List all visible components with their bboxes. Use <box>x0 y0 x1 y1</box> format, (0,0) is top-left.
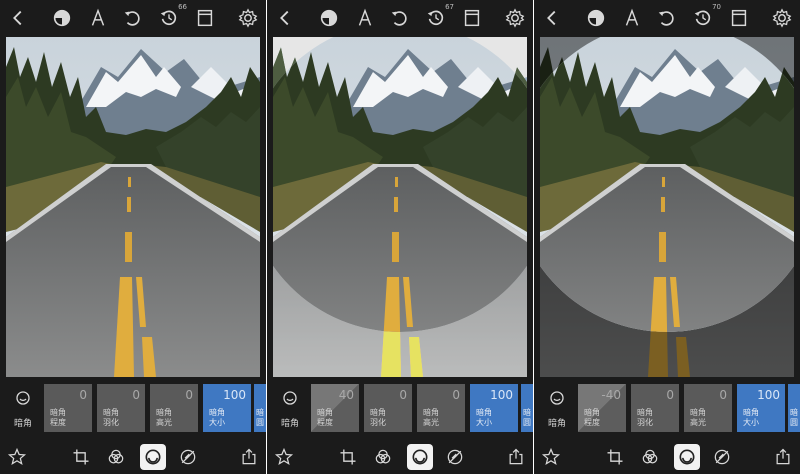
share-icon[interactable] <box>238 446 260 468</box>
vignette-controls: 暗角 40 暗角 程度 0 暗角 羽化 0 暗角 高光 100 暗角 大小 暗 圆 <box>267 382 533 434</box>
vignette-controls: 暗角 -40 暗角 程度 0 暗角 羽化 0 暗角 高光 100 暗角 大小 暗 圆 <box>534 382 800 434</box>
vignette-icon <box>16 391 30 405</box>
history-count: 70 <box>712 3 721 11</box>
tool-label: 暗角 <box>280 419 299 429</box>
tool-label: 暗角 <box>547 419 566 429</box>
undo-icon[interactable] <box>655 6 679 30</box>
undo-icon[interactable] <box>121 6 145 30</box>
settings-icon[interactable] <box>770 6 794 30</box>
back-icon[interactable] <box>6 6 30 30</box>
photo-canvas[interactable] <box>540 37 794 377</box>
mask-icon[interactable] <box>584 6 608 30</box>
crop-icon[interactable] <box>337 446 359 468</box>
text-icon[interactable] <box>620 6 644 30</box>
top-toolbar: 67 <box>267 0 533 36</box>
vignette-controls: 暗角 0 暗角 程度 0 暗角 羽化 0 暗角 高光 100 暗角 大小 暗 圆 <box>0 382 266 434</box>
split-view-icon[interactable] <box>460 6 484 30</box>
vignette-highlight-tile[interactable]: 0 暗角 高光 <box>150 384 198 432</box>
bottom-toolbar <box>0 440 266 474</box>
top-toolbar: 70 <box>534 0 800 36</box>
editor-panel: 66 暗角 0 暗角 程度 0 暗角 羽化 0 暗角 高光 100 暗角 大小 暗 圆 <box>0 0 266 474</box>
undo-icon[interactable] <box>388 6 412 30</box>
history-icon[interactable]: 67 <box>424 3 454 30</box>
vignette-roundness-tile[interactable]: 暗 圆 <box>521 384 533 432</box>
vignette-roundness-tile[interactable]: 暗 圆 <box>254 384 266 432</box>
vignette-amount-tile[interactable]: 0 暗角 程度 <box>44 384 92 432</box>
heal-icon[interactable] <box>711 446 733 468</box>
crop-icon[interactable] <box>70 446 92 468</box>
settings-icon[interactable] <box>236 6 260 30</box>
photo-canvas[interactable] <box>6 37 260 377</box>
history-icon[interactable]: 70 <box>691 3 721 30</box>
tool-label: 暗角 <box>13 419 32 429</box>
vignette-tool-icon[interactable] <box>674 444 700 470</box>
crop-icon[interactable] <box>604 446 626 468</box>
vignette-size-tile[interactable]: 100 暗角 大小 <box>470 384 518 432</box>
text-icon[interactable] <box>353 6 377 30</box>
settings-icon[interactable] <box>503 6 527 30</box>
mask-icon[interactable] <box>317 6 341 30</box>
history-count: 66 <box>178 3 187 11</box>
photo-canvas[interactable] <box>273 37 527 377</box>
bottom-toolbar <box>534 440 800 474</box>
vignette-feather-tile[interactable]: 0 暗角 羽化 <box>364 384 412 432</box>
share-icon[interactable] <box>772 446 794 468</box>
split-view-icon[interactable] <box>727 6 751 30</box>
tool-indicator: 暗角 <box>8 390 38 429</box>
split-view-icon[interactable] <box>193 6 217 30</box>
top-toolbar: 66 <box>0 0 266 36</box>
blend-icon[interactable] <box>372 446 394 468</box>
editor-panel: 67 暗角 40 暗角 程度 0 暗角 羽化 0 暗角 高光 100 暗角 大小 暗 圆 <box>267 0 533 474</box>
vignette-icon <box>283 391 297 405</box>
vignette-feather-tile[interactable]: 0 暗角 羽化 <box>97 384 145 432</box>
vignette-highlight-tile[interactable]: 0 暗角 高光 <box>417 384 465 432</box>
vignette-roundness-tile[interactable]: 暗 圆 <box>788 384 800 432</box>
text-icon[interactable] <box>86 6 110 30</box>
star-icon[interactable] <box>273 446 295 468</box>
vignette-size-tile[interactable]: 100 暗角 大小 <box>737 384 785 432</box>
back-icon[interactable] <box>540 6 564 30</box>
tool-indicator: 暗角 <box>542 390 572 429</box>
vignette-icon <box>550 391 564 405</box>
vignette-tool-icon[interactable] <box>407 444 433 470</box>
history-count: 67 <box>445 3 454 11</box>
mask-icon[interactable] <box>50 6 74 30</box>
heal-icon[interactable] <box>177 446 199 468</box>
heal-icon[interactable] <box>444 446 466 468</box>
tool-indicator: 暗角 <box>275 390 305 429</box>
blend-icon[interactable] <box>105 446 127 468</box>
bottom-toolbar <box>267 440 533 474</box>
editor-panel: 70 暗角 -40 暗角 程度 0 暗角 羽化 0 暗角 高光 100 暗角 大小 暗 … <box>534 0 800 474</box>
vignette-highlight-tile[interactable]: 0 暗角 高光 <box>684 384 732 432</box>
history-icon[interactable]: 66 <box>157 3 187 30</box>
star-icon[interactable] <box>6 446 28 468</box>
back-icon[interactable] <box>273 6 297 30</box>
vignette-size-tile[interactable]: 100 暗角 大小 <box>203 384 251 432</box>
vignette-amount-tile[interactable]: -40 暗角 程度 <box>578 384 626 432</box>
vignette-feather-tile[interactable]: 0 暗角 羽化 <box>631 384 679 432</box>
vignette-tool-icon[interactable] <box>140 444 166 470</box>
star-icon[interactable] <box>540 446 562 468</box>
vignette-amount-tile[interactable]: 40 暗角 程度 <box>311 384 359 432</box>
blend-icon[interactable] <box>639 446 661 468</box>
share-icon[interactable] <box>505 446 527 468</box>
